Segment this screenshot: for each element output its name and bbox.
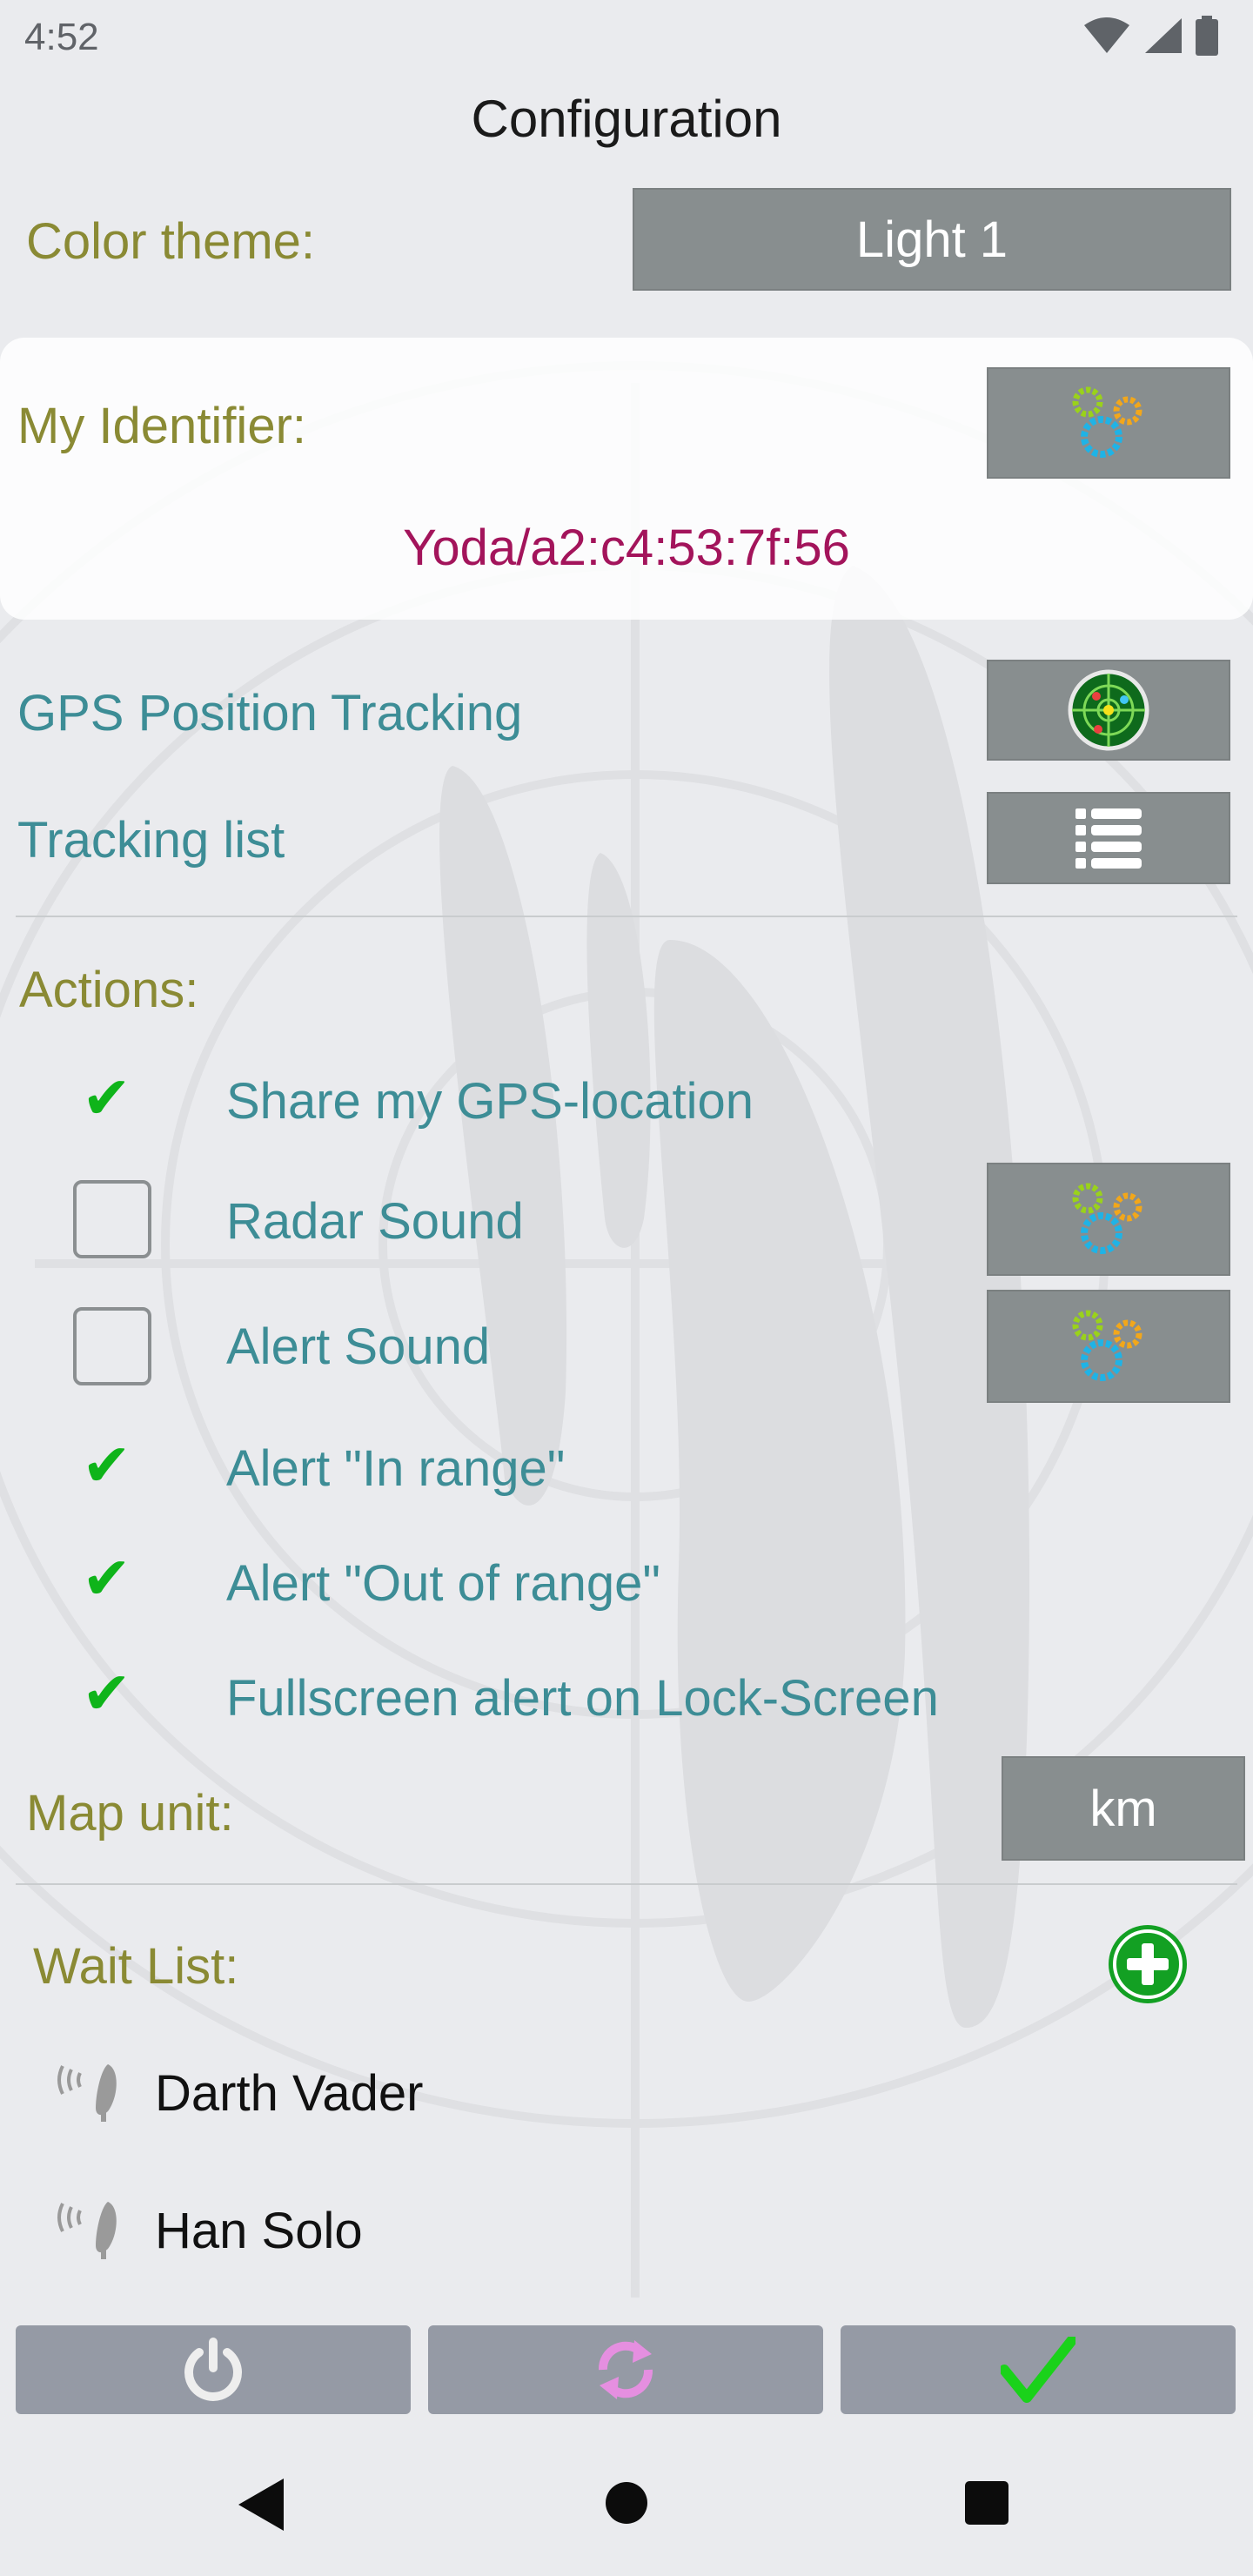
radar-sound-checkbox[interactable] [73, 1180, 151, 1258]
confirm-button[interactable] [841, 2325, 1236, 2414]
gps-tracking-button[interactable] [987, 660, 1230, 761]
cell-signal-icon [1145, 18, 1182, 53]
share-gps-checkbox-checked[interactable]: ✔ [82, 1069, 131, 1128]
gears-icon [1072, 1183, 1142, 1254]
fullscreen-alert-label: Fullscreen alert on Lock-Screen [226, 1670, 939, 1727]
add-circle-icon[interactable] [1107, 1923, 1189, 2005]
radar-icon [1068, 669, 1149, 751]
wait-list-heading: Wait List: [33, 1938, 239, 1995]
alert-in-range-label: Alert "In range" [226, 1440, 566, 1497]
status-icons [1082, 16, 1218, 56]
checkmark-icon [1001, 2337, 1075, 2403]
gears-icon [1072, 386, 1142, 458]
identifier-settings-button[interactable] [987, 367, 1230, 479]
power-icon [184, 2338, 242, 2401]
map-unit-select[interactable]: km [1002, 1756, 1245, 1861]
color-theme-select[interactable]: Light 1 [633, 188, 1231, 291]
list-item[interactable] [54, 2197, 124, 2263]
wait-list-name[interactable]: Han Solo [155, 2202, 363, 2260]
recents-icon[interactable] [964, 2480, 1009, 2526]
radar-sound-settings-button[interactable] [987, 1163, 1230, 1276]
status-time: 4:52 [24, 16, 99, 58]
list-icon [1075, 808, 1142, 869]
sync-icon [598, 2340, 653, 2399]
color-theme-value: Light 1 [855, 211, 1008, 268]
list-item[interactable] [54, 2059, 124, 2125]
color-theme-label: Color theme: [26, 213, 316, 270]
battery-icon [1196, 16, 1218, 56]
page-title: Configuration [471, 90, 782, 148]
map-unit-label: Map unit: [26, 1785, 234, 1841]
identifier-value: Yoda/a2:c4:53:7f:56 [403, 520, 850, 576]
home-icon[interactable] [604, 2480, 649, 2526]
wifi-icon [1084, 17, 1129, 53]
divider [16, 1883, 1237, 1885]
tracking-list-button[interactable] [987, 792, 1230, 884]
actions-heading: Actions: [19, 962, 199, 1018]
map-unit-value: km [1089, 1780, 1157, 1837]
identifier-label: My Identifier: [17, 398, 306, 454]
tracking-list-label: Tracking list [17, 812, 285, 869]
sync-button[interactable] [428, 2325, 823, 2414]
radar-sound-label: Radar Sound [226, 1193, 524, 1250]
wait-list-name[interactable]: Darth Vader [155, 2064, 423, 2123]
back-icon[interactable] [237, 2477, 285, 2532]
divider [16, 916, 1237, 917]
gps-tracking-label: GPS Position Tracking [17, 685, 523, 741]
alert-sound-settings-button[interactable] [987, 1290, 1230, 1403]
fullscreen-alert-checkbox-checked[interactable]: ✔ [82, 1664, 131, 1723]
alert-sound-checkbox[interactable] [73, 1307, 151, 1385]
antenna-icon [57, 2064, 117, 2122]
alert-sound-label: Alert Sound [226, 1318, 491, 1375]
alert-in-range-checkbox-checked[interactable]: ✔ [82, 1436, 131, 1495]
alert-out-of-range-label: Alert "Out of range" [226, 1555, 660, 1612]
gears-icon [1072, 1310, 1142, 1381]
antenna-icon [57, 2202, 117, 2259]
power-button[interactable] [16, 2325, 411, 2414]
share-gps-label: Share my GPS-location [226, 1073, 754, 1130]
alert-out-of-range-checkbox-checked[interactable]: ✔ [82, 1549, 131, 1608]
